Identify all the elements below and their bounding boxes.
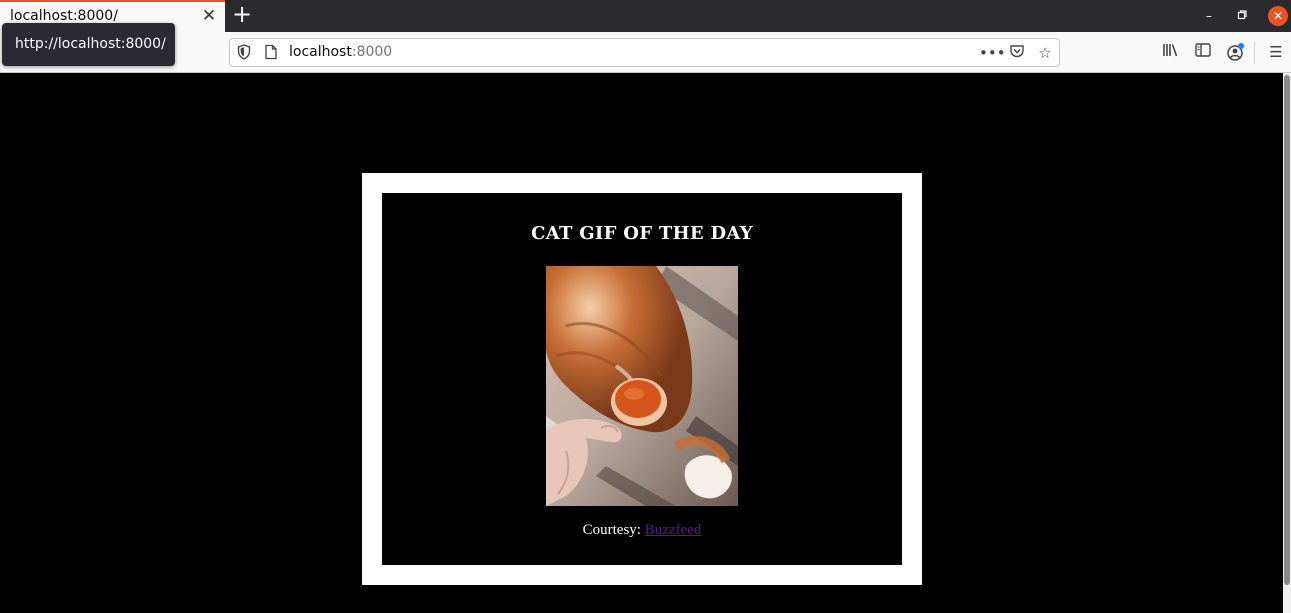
page-info-icon[interactable] — [264, 44, 280, 62]
url-tooltip: http://localhost:8000/ — [2, 23, 175, 66]
restore-icon[interactable] — [1234, 8, 1250, 24]
url-bar[interactable]: localhost:8000 ••• ☆ — [229, 38, 1060, 67]
minimize-icon[interactable]: – — [1201, 8, 1217, 24]
courtesy-label: Courtesy: — [582, 522, 645, 538]
url-host: localhost — [289, 44, 352, 60]
library-icon[interactable] — [1160, 42, 1182, 62]
more-actions-icon[interactable]: ••• — [979, 43, 1006, 63]
gif-card: CAT GIF OF THE DAY Courtesy: Buzzfeed — [362, 173, 922, 585]
close-icon[interactable]: ✕ — [200, 7, 218, 25]
tab-title: localhost:8000/ — [10, 8, 118, 24]
window-close-icon[interactable]: ✕ — [1268, 6, 1288, 26]
url-text[interactable]: localhost:8000 — [289, 44, 392, 60]
tab-strip: localhost:8000/ ✕ + – ✕ — [0, 0, 1291, 32]
nav-toolbar: ← → ↻ ⌂ localhost:8000 ••• ☆ ☰ — [0, 32, 1291, 73]
buzzfeed-link[interactable]: Buzzfeed — [645, 522, 702, 538]
shield-icon[interactable] — [237, 44, 253, 62]
bookmark-star-icon[interactable]: ☆ — [1035, 43, 1055, 63]
sidebar-icon[interactable] — [1192, 42, 1214, 62]
account-icon[interactable] — [1224, 42, 1246, 62]
scrollbar-thumb[interactable] — [1284, 75, 1290, 585]
page-title: CAT GIF OF THE DAY — [531, 223, 753, 244]
plus-icon[interactable]: + — [231, 2, 253, 27]
toolbar-separator — [1254, 42, 1255, 64]
page-viewport: CAT GIF OF THE DAY Courtesy: Buzzfeed — [0, 73, 1283, 613]
pocket-icon[interactable] — [1007, 43, 1027, 63]
hamburger-icon[interactable]: ☰ — [1265, 42, 1287, 62]
scrollbar[interactable] — [1283, 73, 1291, 613]
cat-gif-image — [546, 266, 738, 506]
card-inner: CAT GIF OF THE DAY Courtesy: Buzzfeed — [382, 193, 902, 565]
courtesy-line: Courtesy: Buzzfeed — [382, 522, 902, 539]
url-port: :8000 — [351, 44, 393, 60]
